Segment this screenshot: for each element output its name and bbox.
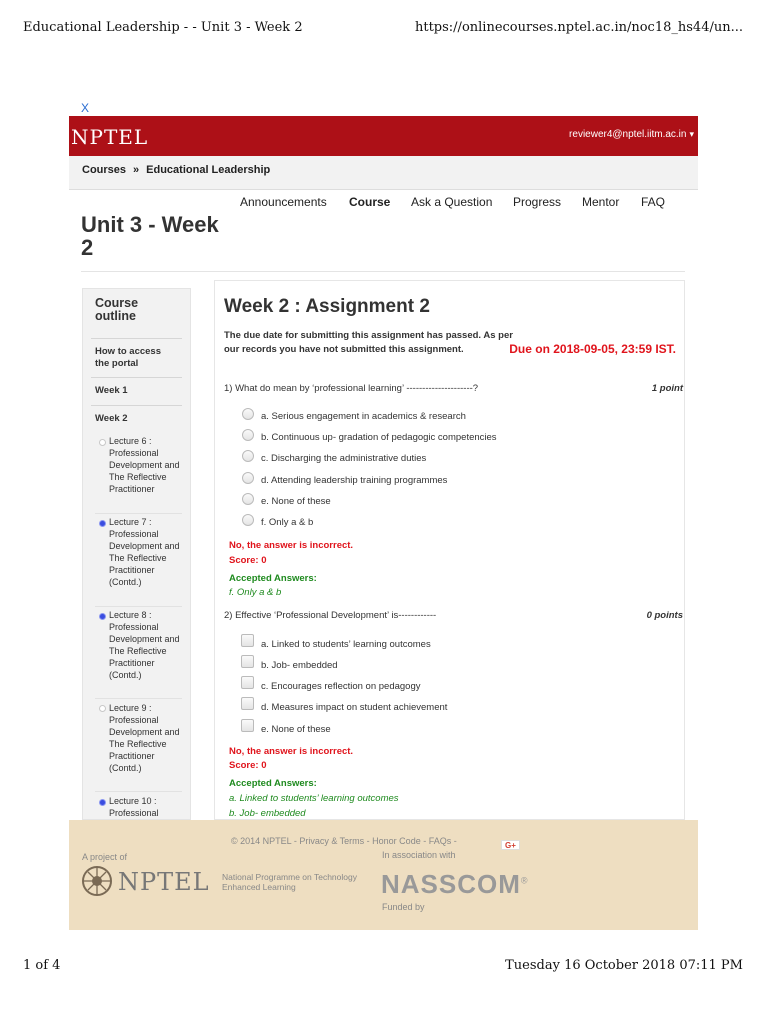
question-1-text: 1) What do mean by ‘professional learnin… <box>224 383 479 394</box>
lecture-divider <box>95 791 182 792</box>
assignment-title: Week 2 : Assignment 2 <box>224 296 430 317</box>
checkbox[interactable] <box>241 697 254 710</box>
status-pending-icon <box>99 705 106 712</box>
print-timestamp: Tuesday 16 October 2018 07:11 PM <box>505 958 743 973</box>
funded-by-label: Funded by <box>382 902 425 912</box>
nptel-emblem-icon <box>82 866 112 896</box>
breadcrumb-separator: » <box>133 164 140 176</box>
nptel-tagline: National Programme on Technology Enhance… <box>222 872 357 892</box>
option-label: d. Attending leadership training program… <box>261 475 448 486</box>
nasscom-logo: NASSCOM® <box>381 869 529 900</box>
question-2-accepted-answer: b. Job- embedded <box>229 808 306 819</box>
due-date: Due on 2018-09-05, 23:59 IST. <box>509 342 676 356</box>
question-2-result: No, the answer is incorrect. <box>229 746 354 757</box>
breadcrumb-courses-link[interactable]: Courses <box>82 164 126 176</box>
outline-lecture-9[interactable]: Lecture 9 : Professional Development and… <box>109 702 185 774</box>
nav-faq[interactable]: FAQ <box>641 195 665 209</box>
outline-lecture-10[interactable]: Lecture 10 : Professional <box>109 795 185 819</box>
checkbox[interactable] <box>241 655 254 668</box>
checkbox[interactable] <box>241 634 254 647</box>
outline-divider <box>91 405 182 406</box>
outline-divider <box>91 377 182 378</box>
print-page-url: https://onlinecourses.nptel.ac.in/noc18_… <box>414 20 743 35</box>
question-1-points: 1 point <box>651 383 683 394</box>
site-footer: © 2014 NPTEL - Privacy & Terms - Honor C… <box>69 820 698 930</box>
top-bar: NPTEL reviewer4@nptel.iitm.ac.in ▾ <box>69 116 698 156</box>
radio-button[interactable] <box>242 429 254 441</box>
association-label: In association with <box>382 850 456 860</box>
outline-lecture-6[interactable]: Lecture 6 : Professional Development and… <box>109 435 185 495</box>
option-label: a. Serious engagement in academics & res… <box>261 411 466 422</box>
nav-progress[interactable]: Progress <box>513 195 561 209</box>
nptel-footer-logo: NPTEL National Programme on Technology E… <box>81 865 371 899</box>
option-label: d. Measures impact on student achievemen… <box>261 702 448 713</box>
course-outline: Course outline How to access the portal … <box>82 288 191 820</box>
lecture-divider <box>95 606 182 607</box>
radio-button[interactable] <box>242 450 254 462</box>
user-menu[interactable]: reviewer4@nptel.iitm.ac.in ▾ <box>569 129 694 140</box>
nav-course[interactable]: Course <box>349 195 390 209</box>
breadcrumb: Courses » Educational Leadership <box>69 156 698 190</box>
title-divider <box>81 271 685 272</box>
outline-item-portal[interactable]: How to access the portal <box>95 346 177 370</box>
registered-mark: ® <box>520 875 529 886</box>
nptel-wordmark: NPTEL <box>118 868 210 896</box>
question-1-accepted-answer: f. Only a & b <box>229 587 282 598</box>
option-label: c. Encourages reflection on pedagogy <box>261 681 421 692</box>
outline-lecture-7[interactable]: Lecture 7 : Professional Development and… <box>109 516 185 588</box>
question-1-score: Score: 0 <box>229 555 267 566</box>
checkbox[interactable] <box>241 676 254 689</box>
due-passed-note: The due date for submitting this assignm… <box>224 330 513 355</box>
question-2-points: 0 points <box>646 610 683 621</box>
nav-announcements[interactable]: Announcements <box>240 195 327 209</box>
radio-button[interactable] <box>242 514 254 526</box>
option-label: e. None of these <box>261 496 331 507</box>
project-of-label: A project of <box>82 852 128 862</box>
option-label: c. Discharging the administrative duties <box>261 453 427 464</box>
status-completed-icon <box>99 799 106 806</box>
lecture-divider <box>95 513 182 514</box>
option-label: b. Job- embedded <box>261 660 338 671</box>
close-button[interactable]: X <box>81 101 89 115</box>
question-2-accepted-label: Accepted Answers: <box>229 778 317 789</box>
footer-links[interactable]: © 2014 NPTEL - Privacy & Terms - Honor C… <box>231 836 457 846</box>
question-1-accepted-label: Accepted Answers: <box>229 573 317 584</box>
nasscom-wordmark: NASSCOM <box>381 869 521 899</box>
option-label: e. None of these <box>261 724 331 735</box>
question-2-accepted-answer: a. Linked to students’ learning outcomes <box>229 793 399 804</box>
outline-lecture-8[interactable]: Lecture 8 : Professional Development and… <box>109 609 185 681</box>
nav-mentor[interactable]: Mentor <box>582 195 619 209</box>
google-plus-icon[interactable]: G+ <box>501 840 520 850</box>
outline-item-week-1[interactable]: Week 1 <box>95 385 177 397</box>
radio-button[interactable] <box>242 472 254 484</box>
nptel-logo[interactable]: NPTEL <box>71 125 148 149</box>
question-1-result: No, the answer is incorrect. <box>229 540 354 551</box>
option-label: b. Continuous up- gradation of pedagogic… <box>261 432 497 443</box>
option-label: f. Only a & b <box>261 517 314 528</box>
nav-ask-question[interactable]: Ask a Question <box>411 195 492 209</box>
radio-button[interactable] <box>242 493 254 505</box>
question-2-text: 2) Effective ‘Professional Development’ … <box>224 610 437 621</box>
breadcrumb-course-link[interactable]: Educational Leadership <box>146 164 270 176</box>
status-completed-icon <box>99 520 106 527</box>
user-email: reviewer4@nptel.iitm.ac.in <box>569 129 687 140</box>
print-page-count: 1 of 4 <box>23 958 61 973</box>
outline-item-week-2[interactable]: Week 2 <box>95 413 177 425</box>
status-pending-icon <box>99 439 106 446</box>
question-2-score: Score: 0 <box>229 760 267 771</box>
outline-title: Course outline <box>95 296 139 323</box>
page-title: Unit 3 - Week 2 <box>81 212 219 260</box>
status-completed-icon <box>99 613 106 620</box>
option-label: a. Linked to students’ learning outcomes <box>261 639 431 650</box>
outline-divider <box>91 338 182 339</box>
caret-down-icon: ▾ <box>689 129 694 139</box>
checkbox[interactable] <box>241 719 254 732</box>
lecture-divider <box>95 698 182 699</box>
assignment-panel: Week 2 : Assignment 2 The due date for s… <box>214 280 685 820</box>
print-page-title: Educational Leadership - - Unit 3 - Week… <box>23 20 303 35</box>
radio-button[interactable] <box>242 408 254 420</box>
